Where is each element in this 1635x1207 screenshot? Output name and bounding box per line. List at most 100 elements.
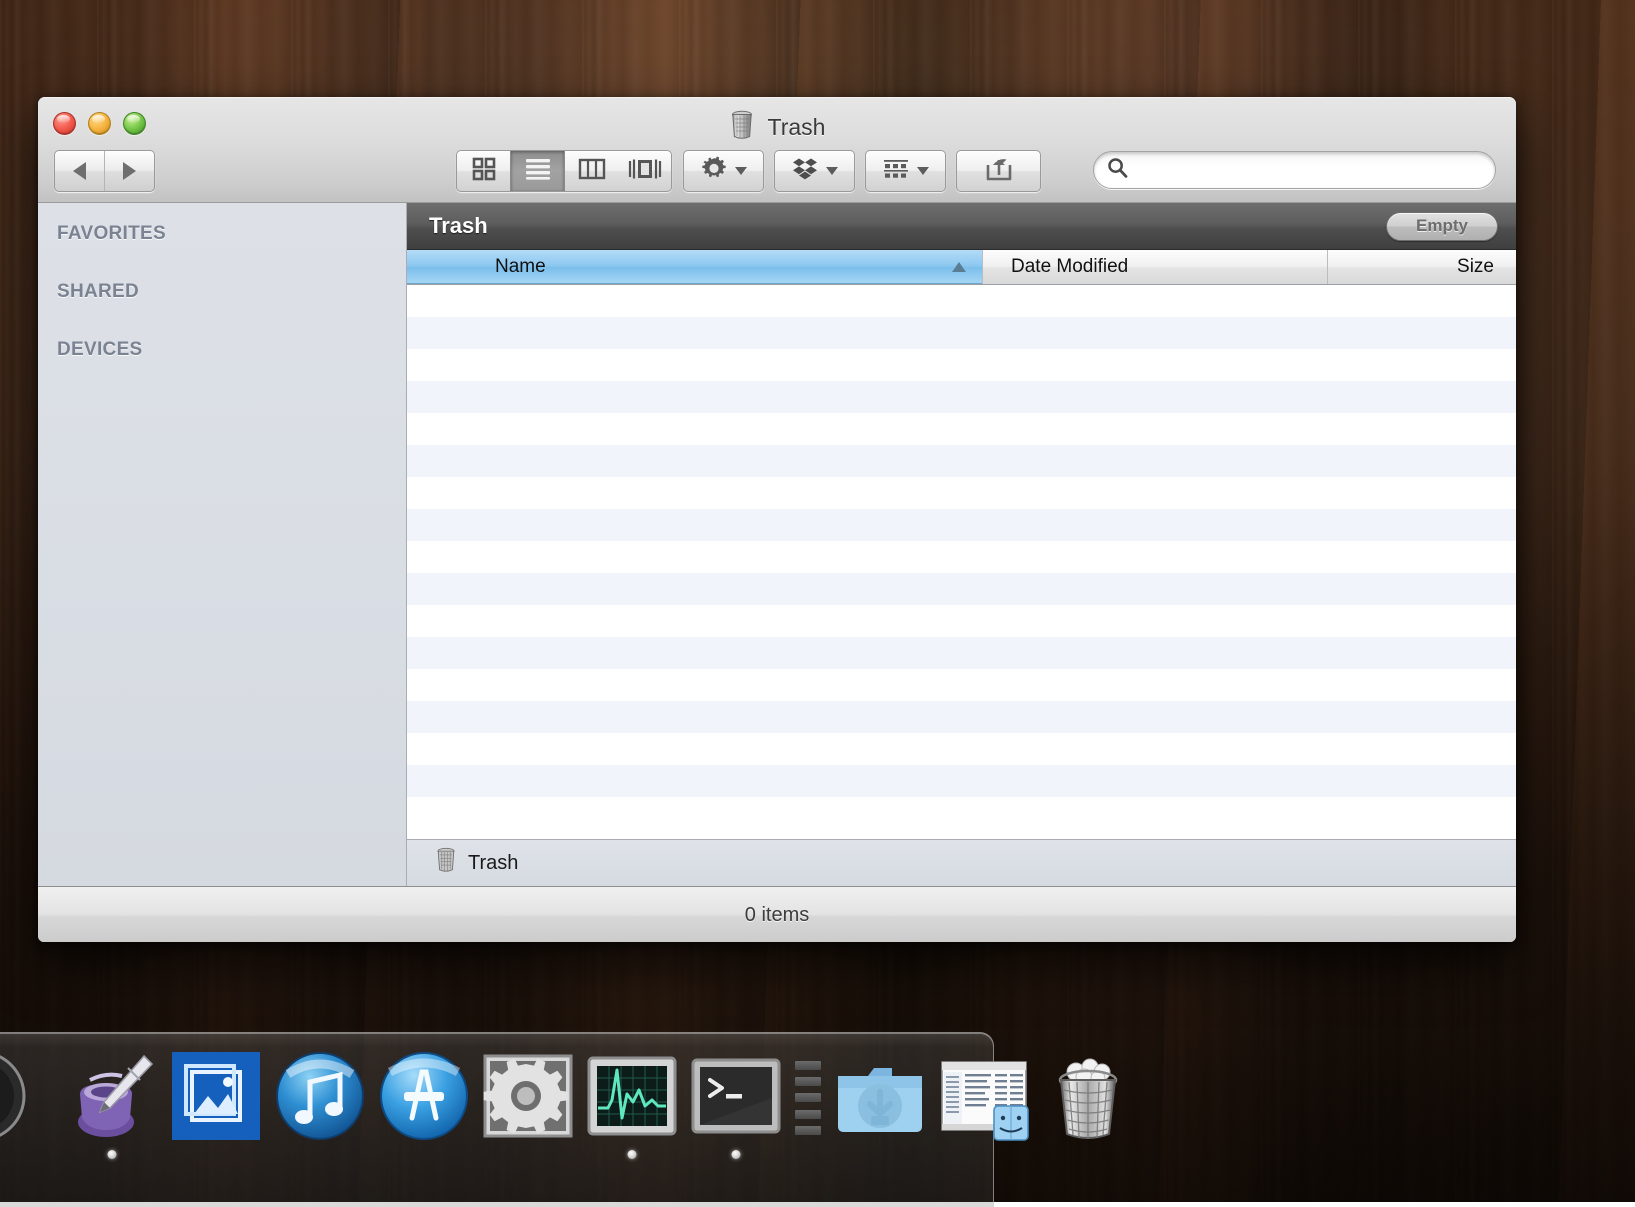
column-headers: Name Date Modified Size xyxy=(407,250,1516,285)
grid-icon xyxy=(471,156,497,187)
table-row[interactable] xyxy=(407,285,1516,317)
sidebar-section-devices[interactable]: DEVICES xyxy=(38,339,406,361)
gear-icon xyxy=(700,155,728,188)
back-arrow-icon xyxy=(73,162,86,180)
table-row[interactable] xyxy=(407,701,1516,733)
list-view-button[interactable] xyxy=(510,151,564,191)
chevron-down-icon xyxy=(826,167,838,175)
path-bar-label: Trash xyxy=(468,852,518,875)
sidebar-section-shared[interactable]: SHARED xyxy=(38,281,406,303)
finder-window-icon xyxy=(938,1050,1030,1147)
search-field[interactable] xyxy=(1093,151,1496,189)
app-store-icon xyxy=(378,1050,470,1147)
table-row[interactable] xyxy=(407,605,1516,637)
table-row[interactable] xyxy=(407,669,1516,701)
running-indicator xyxy=(108,1150,117,1159)
table-row[interactable] xyxy=(407,509,1516,541)
window-title-group: Trash xyxy=(38,110,1516,146)
photo-icon xyxy=(170,1050,262,1147)
dock-item-activity-monitor[interactable] xyxy=(585,1051,679,1145)
table-row[interactable] xyxy=(407,573,1516,605)
item-count-label: 0 items xyxy=(745,904,809,927)
dock-item-trash[interactable] xyxy=(1041,1051,1135,1145)
dock-items: B xyxy=(0,1051,1135,1145)
ekg-monitor-icon xyxy=(586,1050,678,1147)
pane-title: Trash xyxy=(429,213,488,239)
terminal-icon xyxy=(690,1050,782,1147)
column-header-name-label: Name xyxy=(495,256,546,278)
forward-button[interactable] xyxy=(104,151,154,191)
table-row[interactable] xyxy=(407,477,1516,509)
search-input[interactable] xyxy=(1136,160,1470,180)
dock-separator-icon xyxy=(793,1051,823,1145)
sidebar: FAVORITES SHARED DEVICES xyxy=(38,203,407,886)
dock-item-system-preferences[interactable] xyxy=(481,1051,575,1145)
dock-item-partial-app[interactable]: B xyxy=(0,1051,55,1145)
arrange-icon xyxy=(882,158,910,185)
downloads-folder-icon xyxy=(834,1050,926,1147)
dock-item-iphoto[interactable] xyxy=(169,1051,263,1145)
sidebar-section-favorites[interactable]: FAVORITES xyxy=(38,223,406,245)
arrange-menu-button[interactable] xyxy=(865,150,946,192)
table-row[interactable] xyxy=(407,765,1516,797)
circle-b-icon: B xyxy=(0,1050,54,1147)
sort-ascending-icon xyxy=(952,262,966,272)
columns-icon xyxy=(578,158,606,185)
coverflow-icon xyxy=(628,158,662,185)
window-titlebar[interactable]: Trash xyxy=(38,97,1516,203)
share-icon xyxy=(984,156,1014,187)
icon-view-button[interactable] xyxy=(457,151,510,191)
action-menu-button[interactable] xyxy=(683,150,764,192)
search-icon xyxy=(1107,157,1128,183)
table-row[interactable] xyxy=(407,445,1516,477)
coverflow-view-button[interactable] xyxy=(618,151,671,191)
empty-trash-button[interactable]: Empty xyxy=(1386,212,1498,241)
window-body: FAVORITES SHARED DEVICES Trash Empty Nam… xyxy=(38,203,1516,886)
dock-item-downloads[interactable] xyxy=(833,1051,927,1145)
trash-icon xyxy=(729,110,755,146)
back-button[interactable] xyxy=(55,151,104,191)
table-row[interactable] xyxy=(407,637,1516,669)
table-row[interactable] xyxy=(407,413,1516,445)
running-indicator xyxy=(732,1150,741,1159)
share-button[interactable] xyxy=(956,150,1041,192)
trash-full-icon xyxy=(1042,1050,1134,1147)
dock-item-terminal[interactable] xyxy=(689,1051,783,1145)
music-note-icon xyxy=(274,1050,366,1147)
dock-item-textedit[interactable] xyxy=(65,1051,159,1145)
status-bar: 0 items xyxy=(38,886,1516,942)
column-header-size-label: Size xyxy=(1457,256,1494,278)
column-header-size[interactable]: Size xyxy=(1327,250,1516,284)
column-header-date-label: Date Modified xyxy=(1011,256,1128,278)
content-pane: Trash Empty Name Date Modified Size xyxy=(407,203,1516,886)
dropbox-icon xyxy=(791,155,819,188)
navigation-buttons xyxy=(54,150,155,192)
dropbox-menu-button[interactable] xyxy=(774,150,855,192)
view-mode-segmented-control xyxy=(456,150,672,192)
dock-item-app-store[interactable] xyxy=(377,1051,471,1145)
gears-icon xyxy=(482,1050,574,1147)
chevron-down-icon xyxy=(735,167,747,175)
table-row[interactable] xyxy=(407,797,1516,829)
window-title-text: Trash xyxy=(768,114,826,140)
running-indicator xyxy=(628,1150,637,1159)
inkwell-pen-icon xyxy=(66,1050,158,1147)
chevron-down-icon xyxy=(917,167,929,175)
table-row[interactable] xyxy=(407,541,1516,573)
pane-header: Trash Empty xyxy=(407,203,1516,250)
forward-arrow-icon xyxy=(123,162,136,180)
dock-item-itunes[interactable] xyxy=(273,1051,367,1145)
column-header-name[interactable]: Name xyxy=(407,250,982,284)
path-bar[interactable]: Trash xyxy=(407,839,1516,886)
file-list[interactable] xyxy=(407,285,1516,839)
dock: B xyxy=(0,1032,994,1207)
list-icon xyxy=(524,158,552,185)
dock-item-finder-stack[interactable] xyxy=(937,1051,1031,1145)
finder-window: Trash xyxy=(38,97,1516,942)
table-row[interactable] xyxy=(407,317,1516,349)
column-view-button[interactable] xyxy=(564,151,618,191)
table-row[interactable] xyxy=(407,733,1516,765)
column-header-date-modified[interactable]: Date Modified xyxy=(982,250,1327,284)
table-row[interactable] xyxy=(407,381,1516,413)
table-row[interactable] xyxy=(407,349,1516,381)
